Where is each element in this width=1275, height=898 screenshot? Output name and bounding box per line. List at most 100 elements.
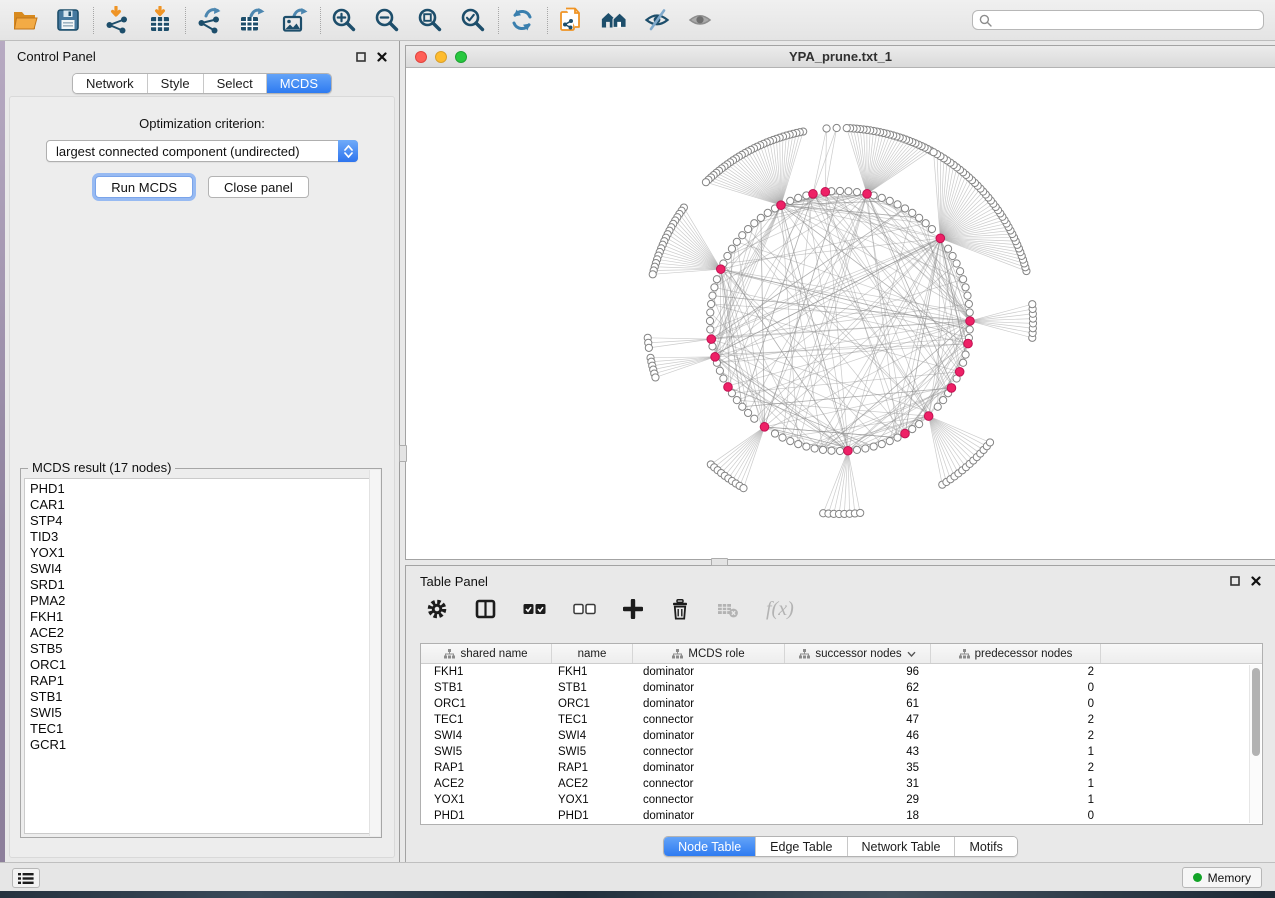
graph-node[interactable] bbox=[964, 292, 971, 299]
column-header-name[interactable]: name bbox=[552, 644, 633, 663]
zoom-out-icon[interactable] bbox=[373, 6, 401, 34]
table-row[interactable]: TEC1TEC1connector472 bbox=[421, 712, 1262, 728]
graph-node[interactable] bbox=[744, 225, 751, 232]
graph-node[interactable] bbox=[886, 438, 893, 445]
criterion-dropdown[interactable]: largest connected component (undirected) bbox=[46, 140, 358, 162]
network-window-titlebar[interactable]: YPA_prune.txt_1 bbox=[406, 46, 1275, 68]
tab-network-table[interactable]: Network Table bbox=[848, 837, 956, 856]
graph-node[interactable] bbox=[916, 421, 923, 428]
graph-mcds-hub-node[interactable] bbox=[901, 429, 910, 438]
graph-node[interactable] bbox=[728, 245, 735, 252]
column-header-predecessor-nodes[interactable]: predecessor nodes bbox=[931, 644, 1101, 663]
graph-node[interactable] bbox=[870, 443, 877, 450]
mcds-result-item[interactable]: GCR1 bbox=[25, 737, 371, 753]
export-image-icon[interactable] bbox=[281, 6, 309, 34]
mcds-list-scrollbar[interactable] bbox=[369, 470, 380, 836]
column-header-mcds-role[interactable]: MCDS role bbox=[633, 644, 785, 663]
clone-network-icon[interactable] bbox=[557, 6, 585, 34]
search-input[interactable] bbox=[996, 13, 1257, 27]
mcds-result-item[interactable]: SWI4 bbox=[25, 561, 371, 577]
zoom-fit-icon[interactable] bbox=[416, 6, 444, 34]
vertical-splitter-grip[interactable] bbox=[399, 445, 407, 462]
graph-mcds-hub-node[interactable] bbox=[947, 384, 956, 393]
graph-node[interactable] bbox=[901, 205, 908, 212]
tab-node-table[interactable]: Node Table bbox=[664, 837, 756, 856]
graph-mcds-hub-node[interactable] bbox=[711, 353, 720, 362]
graph-node[interactable] bbox=[922, 220, 929, 227]
close-panel-icon[interactable] bbox=[377, 52, 387, 62]
graph-mcds-hub-node[interactable] bbox=[936, 234, 945, 243]
graph-node[interactable] bbox=[819, 446, 826, 453]
graph-node[interactable] bbox=[965, 300, 972, 307]
graph-node[interactable] bbox=[878, 194, 885, 201]
graph-mcds-hub-node[interactable] bbox=[821, 188, 830, 197]
table-row[interactable]: ORC1ORC1dominator610 bbox=[421, 696, 1262, 712]
close-table-panel-icon[interactable] bbox=[1251, 576, 1261, 586]
graph-node[interactable] bbox=[795, 194, 802, 201]
graph-leaf-node[interactable] bbox=[843, 125, 850, 132]
graph-node[interactable] bbox=[751, 415, 758, 422]
mcds-result-item[interactable]: STB1 bbox=[25, 689, 371, 705]
graph-leaf-node[interactable] bbox=[930, 149, 937, 156]
graph-node[interactable] bbox=[707, 309, 714, 316]
table-scrollbar-thumb[interactable] bbox=[1252, 668, 1260, 756]
graph-node[interactable] bbox=[957, 268, 964, 275]
graph-node[interactable] bbox=[716, 367, 723, 374]
table-settings-gear-icon[interactable] bbox=[426, 598, 448, 620]
tab-network[interactable]: Network bbox=[73, 74, 148, 93]
import-network-icon[interactable] bbox=[103, 6, 131, 34]
select-all-checkboxes-icon[interactable] bbox=[523, 602, 546, 616]
mcds-result-item[interactable]: PMA2 bbox=[25, 593, 371, 609]
graph-mcds-hub-node[interactable] bbox=[777, 201, 786, 210]
graph-mcds-hub-node[interactable] bbox=[760, 423, 769, 432]
graph-node[interactable] bbox=[764, 209, 771, 216]
show-panels-list-button[interactable] bbox=[12, 868, 40, 888]
maximize-window-traffic-light[interactable] bbox=[455, 51, 467, 63]
graph-node[interactable] bbox=[709, 343, 716, 350]
delete-columns-trash-icon[interactable] bbox=[670, 599, 690, 620]
show-columns-icon[interactable] bbox=[475, 599, 496, 619]
graph-mcds-hub-node[interactable] bbox=[844, 446, 853, 455]
graph-node[interactable] bbox=[878, 441, 885, 448]
graph-node[interactable] bbox=[757, 214, 764, 221]
mcds-result-item[interactable]: TEC1 bbox=[25, 721, 371, 737]
graph-node[interactable] bbox=[853, 446, 860, 453]
graph-node[interactable] bbox=[853, 189, 860, 196]
graph-node[interactable] bbox=[894, 434, 901, 441]
graph-node[interactable] bbox=[862, 445, 869, 452]
graph-mcds-hub-node[interactable] bbox=[707, 335, 716, 344]
refresh-layout-icon[interactable] bbox=[508, 6, 536, 34]
graph-leaf-node[interactable] bbox=[857, 509, 864, 516]
graph-node[interactable] bbox=[706, 317, 713, 324]
float-table-panel-icon[interactable] bbox=[1230, 576, 1240, 586]
memory-button[interactable]: Memory bbox=[1182, 867, 1262, 888]
zoom-in-icon[interactable] bbox=[330, 6, 358, 34]
table-row[interactable]: PHD1PHD1dominator180 bbox=[421, 808, 1262, 824]
table-row[interactable]: YOX1YOX1connector291 bbox=[421, 792, 1262, 808]
graph-mcds-hub-node[interactable] bbox=[955, 367, 964, 376]
table-scrollbar[interactable] bbox=[1249, 665, 1261, 823]
mcds-result-item[interactable]: SWI5 bbox=[25, 705, 371, 721]
graph-node[interactable] bbox=[739, 232, 746, 239]
graph-mcds-hub-node[interactable] bbox=[809, 190, 818, 199]
mcds-result-item[interactable]: STP4 bbox=[25, 513, 371, 529]
table-row[interactable]: ACE2ACE2connector311 bbox=[421, 776, 1262, 792]
import-table-icon[interactable] bbox=[146, 6, 174, 34]
graph-leaf-node[interactable] bbox=[833, 124, 840, 131]
graph-node[interactable] bbox=[940, 397, 947, 404]
graph-mcds-hub-node[interactable] bbox=[716, 265, 725, 274]
close-panel-button[interactable]: Close panel bbox=[208, 176, 309, 198]
mcds-result-item[interactable]: CAR1 bbox=[25, 497, 371, 513]
network-search-box[interactable] bbox=[972, 10, 1264, 30]
graph-leaf-node[interactable] bbox=[652, 374, 659, 381]
graph-node[interactable] bbox=[962, 284, 969, 291]
graph-node[interactable] bbox=[966, 309, 973, 316]
graph-node[interactable] bbox=[949, 252, 956, 259]
graph-leaf-node[interactable] bbox=[740, 485, 747, 492]
mcds-result-list[interactable]: PHD1CAR1STP4TID3YOX1SWI4SRD1PMA2FKH1ACE2… bbox=[24, 478, 372, 834]
tab-select[interactable]: Select bbox=[204, 74, 267, 93]
mcds-result-item[interactable]: ORC1 bbox=[25, 657, 371, 673]
run-mcds-button[interactable]: Run MCDS bbox=[95, 176, 193, 198]
mcds-result-item[interactable]: RAP1 bbox=[25, 673, 371, 689]
graph-leaf-node[interactable] bbox=[986, 439, 993, 446]
